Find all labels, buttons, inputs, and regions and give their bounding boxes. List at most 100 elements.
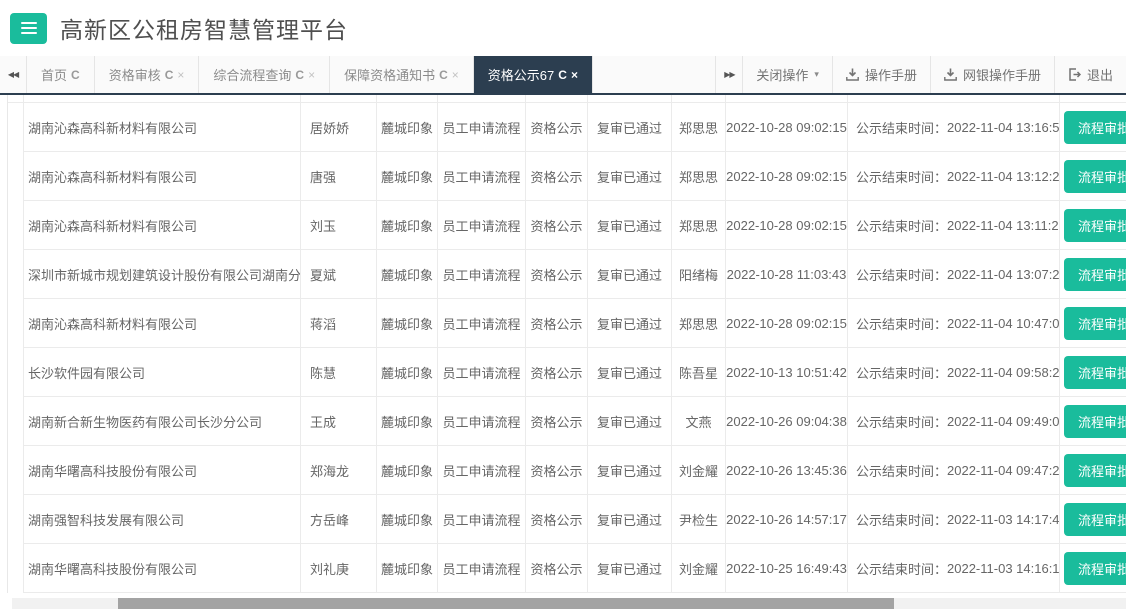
apply-time-cell: 2022-10-25 16:49:43 bbox=[726, 544, 848, 593]
estate-cell: 麓城印象 bbox=[377, 299, 438, 348]
download-icon bbox=[846, 68, 859, 81]
end-time-value: 2022-11-04 09:49:04 bbox=[947, 414, 1060, 429]
operation-manual-label: 操作手册 bbox=[865, 65, 917, 84]
process-cell: 员工申请流程 bbox=[438, 250, 526, 299]
status-cell: 复审已通过 bbox=[588, 446, 672, 495]
end-time-label: 公示结束时间： bbox=[856, 363, 947, 382]
bank-manual-download[interactable]: 网银操作手册 bbox=[930, 56, 1054, 93]
status-cell bbox=[588, 95, 672, 103]
stage-cell: 资格公示 bbox=[526, 201, 588, 250]
process-cell: 员工申请流程 bbox=[438, 201, 526, 250]
process-approval-button[interactable]: 流程审批 bbox=[1064, 160, 1126, 193]
action-cell: 流程审批 bbox=[1060, 103, 1126, 152]
reviewer-cell: 郑思思 bbox=[672, 152, 726, 201]
applicant-cell bbox=[301, 95, 377, 103]
company-cell: 湖南沁森高科新材料有限公司 bbox=[24, 201, 301, 250]
process-approval-button[interactable]: 流程审批 bbox=[1064, 356, 1126, 389]
horizontal-scrollbar-thumb[interactable] bbox=[118, 598, 894, 609]
end-time-cell: 公示结束时间：2022-11-04 13:07:27 bbox=[848, 250, 1060, 299]
app-window: 高新区公租房智慧管理平台 ◀◀ 首页 C 资格审核 C × 综合流程查询 C ×… bbox=[0, 0, 1126, 611]
gutter-cell bbox=[8, 152, 24, 201]
applicant-cell: 居娇娇 bbox=[301, 103, 377, 152]
end-time-label: 公示结束时间： bbox=[856, 118, 947, 137]
status-cell: 复审已通过 bbox=[588, 397, 672, 446]
refresh-icon[interactable]: C bbox=[558, 68, 567, 82]
tabs-scroll-left-button[interactable]: ◀◀ bbox=[0, 56, 27, 93]
horizontal-scrollbar-track[interactable] bbox=[12, 598, 1126, 609]
status-cell: 复审已通过 bbox=[588, 250, 672, 299]
gutter-cell bbox=[8, 95, 24, 103]
applicant-cell: 夏斌 bbox=[301, 250, 377, 299]
company-cell: 湖南华曙高科技股份有限公司 bbox=[24, 446, 301, 495]
tab-home[interactable]: 首页 C bbox=[27, 56, 95, 93]
close-operations-dropdown[interactable]: 关闭操作 ▾ bbox=[742, 56, 832, 93]
process-approval-button[interactable]: 流程审批 bbox=[1064, 454, 1126, 487]
status-cell: 复审已通过 bbox=[588, 544, 672, 593]
process-approval-button[interactable]: 流程审批 bbox=[1064, 552, 1126, 585]
refresh-icon[interactable]: C bbox=[295, 68, 304, 82]
tab-guarantee-notice[interactable]: 保障资格通知书 C × bbox=[330, 56, 474, 93]
process-approval-button[interactable]: 流程审批 bbox=[1064, 307, 1126, 340]
applicant-cell: 陈慧 bbox=[301, 348, 377, 397]
table-row: 长沙软件园有限公司 陈慧 麓城印象 员工申请流程 资格公示 复审已通过 陈吾星 … bbox=[8, 348, 1126, 397]
download-icon bbox=[944, 68, 957, 81]
end-time-cell: 公示结束时间：2022-11-03 14:17:45 bbox=[848, 495, 1060, 544]
tab-label: 资格公示67 bbox=[488, 65, 554, 84]
tab-qualification-review[interactable]: 资格审核 C × bbox=[95, 56, 200, 93]
tab-label: 资格审核 bbox=[109, 65, 161, 84]
status-cell: 复审已通过 bbox=[588, 299, 672, 348]
refresh-icon[interactable]: C bbox=[71, 68, 80, 82]
end-time-value: 2022-11-04 09:58:27 bbox=[947, 365, 1060, 380]
tabs-scroll-right-button[interactable]: ▶▶ bbox=[715, 56, 742, 93]
close-icon[interactable]: × bbox=[571, 68, 578, 82]
applicant-cell: 刘玉 bbox=[301, 201, 377, 250]
hamburger-menu-button[interactable] bbox=[10, 13, 47, 44]
action-cell: 流程审批 bbox=[1060, 397, 1126, 446]
gutter-cell bbox=[8, 103, 24, 152]
table-row: 湖南强智科技发展有限公司 方岳峰 麓城印象 员工申请流程 资格公示 复审已通过 … bbox=[8, 495, 1126, 544]
process-approval-button[interactable]: 流程审批 bbox=[1064, 503, 1126, 536]
logout-icon bbox=[1068, 68, 1081, 81]
applicant-cell: 方岳峰 bbox=[301, 495, 377, 544]
page-title: 高新区公租房智慧管理平台 bbox=[60, 11, 348, 45]
process-approval-button[interactable]: 流程审批 bbox=[1064, 405, 1126, 438]
apply-time-cell: 2022-10-26 14:57:17 bbox=[726, 495, 848, 544]
end-time-cell: 公示结束时间：2022-11-04 13:16:50 bbox=[848, 103, 1060, 152]
company-cell: 湖南新合新生物医药有限公司长沙分公司 bbox=[24, 397, 301, 446]
close-icon[interactable]: × bbox=[308, 68, 315, 82]
process-approval-button[interactable]: 流程审批 bbox=[1064, 209, 1126, 242]
estate-cell: 麓城印象 bbox=[377, 152, 438, 201]
estate-cell: 麓城印象 bbox=[377, 103, 438, 152]
close-icon[interactable]: × bbox=[177, 68, 184, 82]
action-cell: 流程审批 bbox=[1060, 348, 1126, 397]
refresh-icon[interactable]: C bbox=[165, 68, 174, 82]
estate-cell: 麓城印象 bbox=[377, 495, 438, 544]
tab-process-query[interactable]: 综合流程查询 C × bbox=[199, 56, 330, 93]
gutter-cell bbox=[8, 201, 24, 250]
status-cell: 复审已通过 bbox=[588, 201, 672, 250]
logout-label: 退出 bbox=[1087, 65, 1113, 84]
close-icon[interactable]: × bbox=[452, 68, 459, 82]
refresh-icon[interactable]: C bbox=[439, 68, 448, 82]
company-cell: 长沙软件园有限公司 bbox=[24, 348, 301, 397]
stage-cell: 资格公示 bbox=[526, 544, 588, 593]
operation-manual-download[interactable]: 操作手册 bbox=[832, 56, 930, 93]
app-header: 高新区公租房智慧管理平台 bbox=[0, 0, 1126, 56]
tab-label: 首页 bbox=[41, 65, 67, 84]
process-approval-button[interactable]: 流程审批 bbox=[1064, 111, 1126, 144]
apply-time-cell: 2022-10-13 10:51:42 bbox=[726, 348, 848, 397]
stage-cell: 资格公示 bbox=[526, 446, 588, 495]
status-cell: 复审已通过 bbox=[588, 495, 672, 544]
reviewer-cell: 郑思思 bbox=[672, 299, 726, 348]
gutter-cell bbox=[8, 348, 24, 397]
table-row: 湖南华曙高科技股份有限公司 郑海龙 麓城印象 员工申请流程 资格公示 复审已通过… bbox=[8, 446, 1126, 495]
results-table: 湖南沁森高科新材料有限公司 居娇娇 麓城印象 员工申请流程 资格公示 复审已通过… bbox=[7, 95, 1126, 593]
apply-time-cell: 2022-10-26 13:45:36 bbox=[726, 446, 848, 495]
end-time-cell: 公示结束时间：2022-11-04 09:49:04 bbox=[848, 397, 1060, 446]
gutter-cell bbox=[8, 446, 24, 495]
tab-qualification-publicity-active[interactable]: 资格公示67 C × bbox=[474, 56, 593, 93]
end-time-label: 公示结束时间： bbox=[856, 461, 947, 480]
process-approval-button[interactable]: 流程审批 bbox=[1064, 258, 1126, 291]
process-cell: 员工申请流程 bbox=[438, 544, 526, 593]
logout-button[interactable]: 退出 bbox=[1054, 56, 1126, 93]
